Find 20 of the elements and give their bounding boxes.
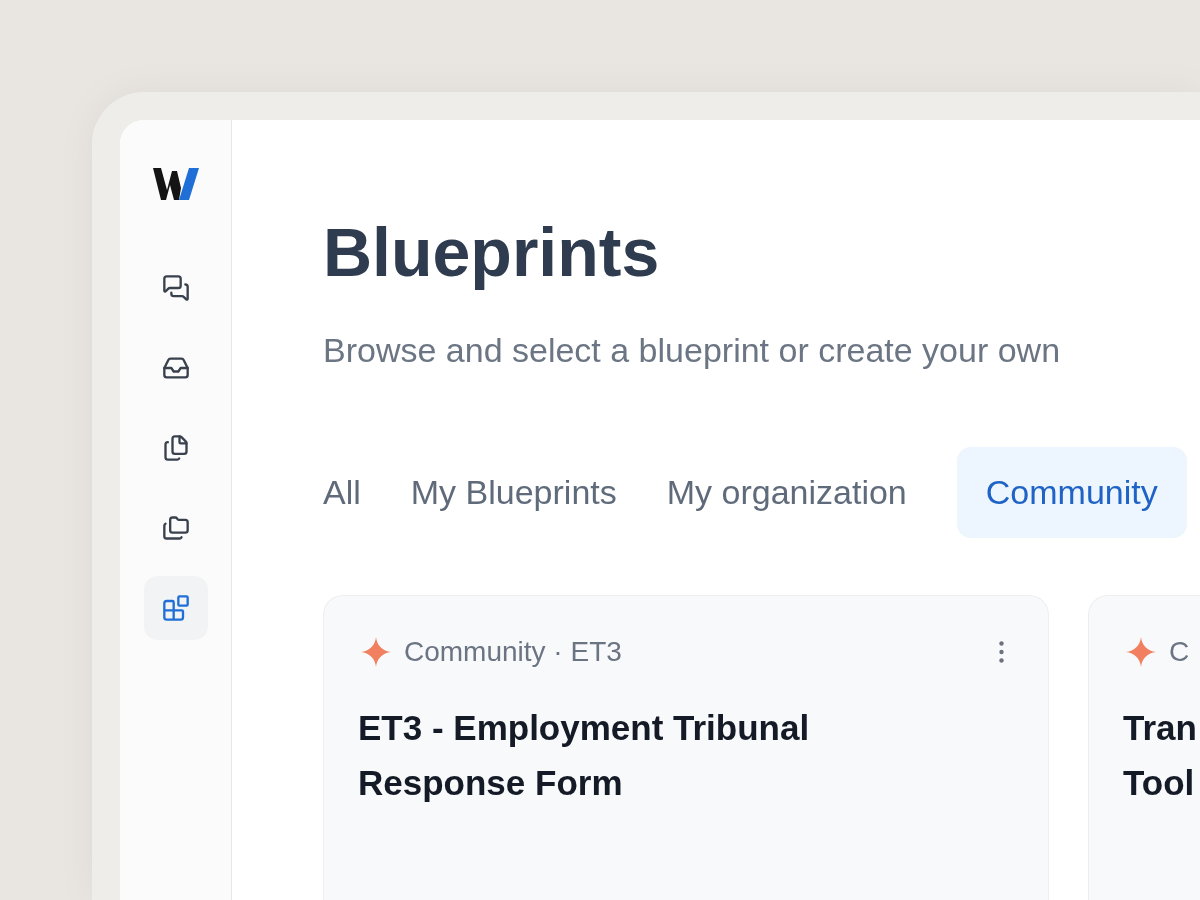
sparkle-icon	[1126, 637, 1156, 667]
folders-icon	[161, 514, 190, 542]
tab[interactable]: Community	[956, 447, 1187, 538]
squares-icon	[161, 594, 190, 622]
blueprint-card[interactable]: C Tran Tool	[1088, 595, 1200, 900]
card-meta: Community · ET3	[404, 636, 622, 668]
documents-icon	[161, 434, 190, 462]
tab[interactable]: All	[323, 447, 361, 538]
card-title: Tran Tool	[1123, 707, 1198, 804]
tab[interactable]: My organization	[666, 447, 907, 538]
chat-bubbles-icon	[161, 274, 190, 302]
sparkle-icon	[361, 637, 391, 667]
nav-button[interactable]	[143, 576, 208, 640]
card-title: ET3 - Employment Tribunal Response Form	[358, 707, 811, 804]
page-subtitle: Browse and select a blueprint or create your own	[323, 330, 1061, 370]
card-meta: C	[1169, 636, 1190, 668]
tab[interactable]: My Blueprints	[410, 447, 617, 538]
blueprint-card[interactable]: Community · ET3 ET3 - Employment Tribunal Response Form	[323, 595, 1049, 900]
more-icon	[999, 641, 1004, 663]
logo-icon	[152, 168, 199, 200]
